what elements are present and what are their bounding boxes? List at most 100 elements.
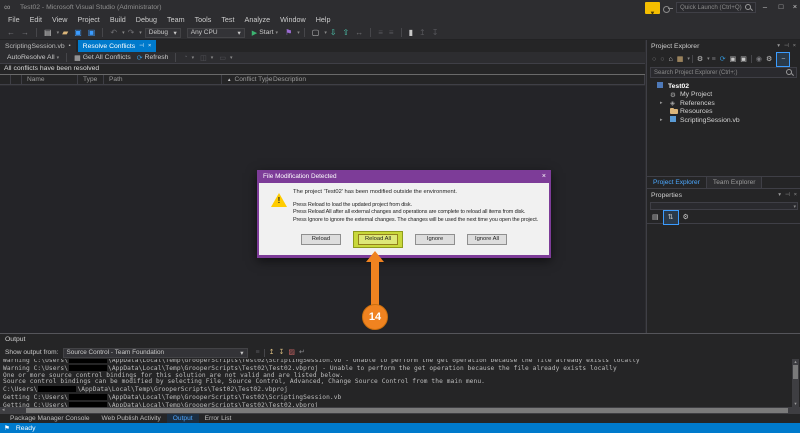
pe-forward-icon[interactable]: ○ <box>660 53 664 66</box>
tab-scriptingsession-vb[interactable]: ScriptingSession.vb▪ <box>0 40 76 52</box>
bookmark-icon[interactable]: ▮ <box>409 26 413 40</box>
solution-platforms-dropdown[interactable]: Any CPU▾ <box>187 28 245 38</box>
new-item-icon[interactable]: ▢ <box>312 26 320 40</box>
expander-icon[interactable]: ▸ <box>660 100 663 106</box>
get-all-conflicts-button[interactable]: ▦Get All Conflicts <box>74 54 131 62</box>
menu-item-edit[interactable]: Edit <box>25 14 47 26</box>
word-wrap-icon[interactable]: ↵ <box>299 346 305 359</box>
menu-item-team[interactable]: Team <box>162 14 190 26</box>
new-project-icon[interactable]: ▤ <box>44 26 52 40</box>
tab-project-explorer[interactable]: Project Explorer <box>647 177 707 188</box>
tree-item-references[interactable]: ▸◈References <box>647 99 800 108</box>
menu-item-view[interactable]: View <box>47 14 72 26</box>
tab-resolve-conflicts[interactable]: Resolve Conflicts⊣× <box>78 40 157 52</box>
output-source-dropdown[interactable]: Source Control - Team Foundation ▾ <box>63 348 248 358</box>
get-latest-icon[interactable]: ⇩ <box>330 26 337 40</box>
dialog-title-bar[interactable]: File Modification Detected × <box>257 170 551 183</box>
ignore-button[interactable]: Ignore <box>415 234 455 245</box>
pin-icon[interactable]: ⊣ <box>139 43 144 49</box>
tree-item-scriptingsession-vb[interactable]: ▸ScriptingSession.vb <box>647 116 800 125</box>
pin-icon[interactable]: ⊣ <box>785 192 790 198</box>
output-console[interactable]: Warning C:\Users\\AppData\Local\Temp\Gro… <box>0 359 791 407</box>
check-in-icon[interactable]: ⇧ <box>343 26 350 40</box>
column-header-name[interactable]: Name <box>22 75 78 84</box>
uncomment-icon[interactable]: ≡ <box>389 26 394 40</box>
horizontal-scrollbar[interactable]: ◂ <box>0 407 800 414</box>
undo-icon[interactable]: ↶ <box>110 26 117 40</box>
autoresolve-all-button[interactable]: AutoResolve All▾ <box>7 54 59 61</box>
expander-icon[interactable]: ▸ <box>660 117 663 123</box>
previous-message-icon[interactable]: ↥ <box>269 346 275 359</box>
next-bookmark-icon[interactable]: ↧ <box>432 26 439 40</box>
funnel-icon[interactable]: ▼ <box>645 2 660 14</box>
tree-item-my-project[interactable]: ⚙My Project <box>647 91 800 100</box>
column-header-icon-1[interactable] <box>11 75 22 84</box>
pe-filter-icon[interactable]: ⚙ <box>697 53 703 66</box>
minimize-button[interactable]: – <box>758 0 772 14</box>
pe-collapse-all-icon[interactable]: − <box>781 56 785 63</box>
clear-all-icon[interactable]: ▨ <box>288 346 295 359</box>
properties-object-dropdown[interactable]: ▾ <box>650 202 798 210</box>
find-message-icon[interactable]: ≡ <box>256 346 260 359</box>
chevron-down-icon[interactable]: ▾ <box>777 43 780 49</box>
pin-icon[interactable]: ⊣ <box>784 43 789 49</box>
vertical-scrollbar[interactable]: ▴ ▾ <box>792 359 799 407</box>
reload-all-button[interactable]: Reload All <box>358 234 398 245</box>
column-header-path[interactable]: Path <box>104 75 222 84</box>
column-header-icon-0[interactable] <box>0 75 11 84</box>
menu-item-file[interactable]: File <box>3 14 25 26</box>
property-pages-icon[interactable]: ⚙ <box>683 211 689 224</box>
menu-item-test[interactable]: Test <box>216 14 239 26</box>
navigate-backward-icon[interactable]: ← <box>7 26 15 40</box>
scrollbar-thumb[interactable] <box>793 365 798 379</box>
redo-icon[interactable]: ↷ <box>128 26 135 40</box>
maximize-button[interactable]: □ <box>774 0 788 14</box>
open-folder-icon[interactable]: ▰ <box>62 26 68 40</box>
dialog-close-icon[interactable]: × <box>542 170 546 183</box>
pe-copy-icon[interactable]: ▣ <box>730 53 737 66</box>
menu-item-analyze[interactable]: Analyze <box>240 14 276 26</box>
previous-bookmark-icon[interactable]: ↥ <box>419 26 426 40</box>
menu-item-build[interactable]: Build <box>105 14 131 26</box>
column-header-type[interactable]: Type <box>78 75 104 84</box>
profiler-icon[interactable]: ⚑ <box>285 26 292 40</box>
compare-icon[interactable]: ↔ <box>355 26 363 40</box>
next-message-icon[interactable]: ↧ <box>278 346 284 359</box>
project-explorer-search-input[interactable]: Search Project Explorer (Ctrl+;) <box>650 67 797 78</box>
column-header-description[interactable]: Description <box>268 75 645 84</box>
close-icon[interactable]: × <box>794 192 797 198</box>
scroll-left-icon[interactable]: ◂ <box>2 407 5 414</box>
menu-item-tools[interactable]: Tools <box>190 14 217 26</box>
reload-button[interactable]: Reload <box>301 234 341 245</box>
alphabetical-icon[interactable]: ⇅ <box>663 210 679 225</box>
close-button[interactable]: × <box>788 0 800 14</box>
comment-icon[interactable]: ≡ <box>378 26 383 40</box>
pe-view-icon[interactable]: ▦ <box>677 53 684 66</box>
start-debugging-button[interactable]: ▶Start▾ <box>252 29 278 37</box>
pe-back-icon[interactable]: ○ <box>652 53 656 66</box>
menu-item-window[interactable]: Window <box>275 14 311 26</box>
menu-item-help[interactable]: Help <box>311 14 336 26</box>
ignore-all-button[interactable]: Ignore All <box>467 234 507 245</box>
compare-versions-icon[interactable]: ◫▾ <box>200 54 213 62</box>
pe-refresh-icon[interactable]: ⟳ <box>720 53 726 66</box>
save-icon[interactable]: ▣ <box>74 26 82 40</box>
scrollbar-thumb[interactable] <box>26 408 788 413</box>
pe-duplicate-icon[interactable]: ▣ <box>740 53 747 66</box>
key-icon[interactable] <box>663 5 673 12</box>
pe-collapse-all-icon[interactable]: − <box>776 52 790 67</box>
tab-team-explorer[interactable]: Team Explorer <box>707 177 763 188</box>
alphabetical-icon[interactable]: ⇅ <box>668 214 674 221</box>
refresh-button[interactable]: ⟳Refresh <box>137 54 169 62</box>
menu-item-debug[interactable]: Debug <box>131 14 162 26</box>
solution-configurations-dropdown[interactable]: Debug▾ <box>145 28 181 38</box>
history-icon[interactable]: ◔▾ <box>183 54 194 61</box>
menu-item-project[interactable]: Project <box>72 14 104 26</box>
save-all-icon[interactable]: ▣ <box>88 26 96 40</box>
categorized-icon[interactable]: ▤ <box>652 211 659 224</box>
annotate-icon[interactable]: ▭▾ <box>219 54 232 62</box>
tree-item-test02[interactable]: Test02 <box>647 82 800 91</box>
pe-properties-icon[interactable]: ⚙ <box>766 53 772 66</box>
close-icon[interactable]: × <box>793 43 796 49</box>
column-header-conflict-type[interactable]: ▲Conflict Type <box>222 75 268 84</box>
